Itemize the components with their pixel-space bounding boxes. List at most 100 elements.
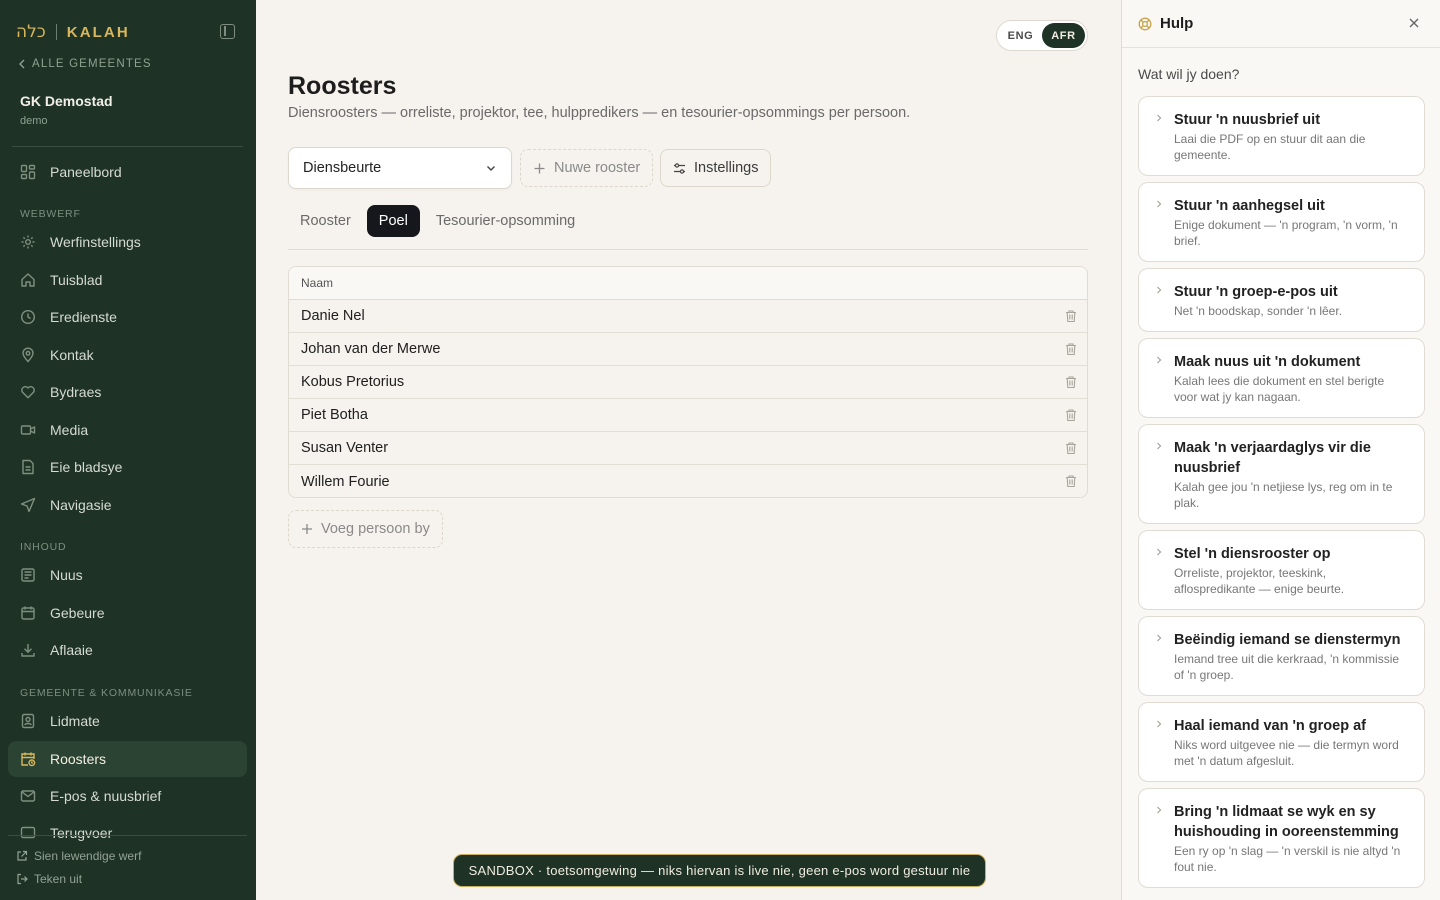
help-card-title: Beëindig iemand se dienstermyn (1174, 632, 1401, 648)
person-name: Willem Fourie (301, 473, 390, 490)
tab-pool[interactable]: Poel (366, 205, 420, 237)
chevron-right-icon (1157, 548, 1162, 556)
help-card-title: Haal iemand van 'n groep af (1174, 718, 1366, 734)
chevron-right-icon (1157, 356, 1162, 364)
dashboard-icon (20, 164, 36, 180)
help-question: Wat wil jy doen? (1138, 66, 1240, 82)
chevron-right-icon (1157, 634, 1162, 642)
settings-button[interactable]: Instellings (660, 149, 772, 187)
trash-icon[interactable] (1064, 342, 1078, 356)
table-row: Piet Botha (289, 399, 1087, 432)
plus-icon (302, 524, 312, 534)
sidebar-item-media[interactable]: Media (8, 412, 247, 448)
help-card-news-from-document[interactable]: Maak nuus uit 'n dokument Kalah lees die… (1138, 338, 1425, 418)
close-icon[interactable] (1408, 17, 1420, 29)
sidebar-item-contact[interactable]: Kontak (8, 337, 247, 373)
chevron-right-icon (1157, 442, 1162, 450)
sidebar-item-site-settings[interactable]: Werfinstellings (8, 224, 247, 260)
table-row: Susan Venter (289, 432, 1087, 465)
back-to-all-congregations[interactable]: ALLE GEMEENTES (18, 58, 152, 70)
sidebar-item-label: Roosters (50, 751, 107, 767)
view-live-site-label: Sien lewendige werf (34, 849, 142, 863)
collapse-sidebar-icon[interactable] (220, 24, 235, 39)
lang-eng-button[interactable]: ENG (999, 23, 1042, 48)
help-card-desc: Laai die PDF op en stuur dit aan die gem… (1174, 132, 1366, 162)
sidebar-item-rosters[interactable]: Roosters (8, 741, 247, 777)
help-card-desc: Iemand tree uit die kerkraad, 'n kommiss… (1174, 652, 1400, 682)
lang-afr-button[interactable]: AFR (1042, 23, 1085, 48)
trash-icon[interactable] (1064, 309, 1078, 323)
tab-treasurer-summary[interactable]: Tesourier-opsomming (424, 205, 587, 237)
help-card-service-roster[interactable]: Stel 'n diensrooster op Orreliste, proje… (1138, 530, 1425, 610)
help-card-title: Maak 'n verjaardaglys vir die nuusbrief (1174, 440, 1371, 476)
help-card-title: Stel 'n diensrooster op (1174, 546, 1331, 562)
sidebar-item-homepage[interactable]: Tuisblad (8, 262, 247, 298)
help-card-desc: Kalah lees die dokument en stel berigte … (1174, 374, 1385, 404)
table-header: Naam (289, 267, 1087, 300)
view-live-site-link[interactable]: Sien lewendige werf (16, 848, 246, 864)
person-name: Susan Venter (301, 440, 389, 456)
section-label-congregation: GEMEENTE & KOMMUNIKASIE (20, 687, 193, 699)
add-person-button[interactable]: Voeg persoon by (288, 510, 443, 548)
trash-icon[interactable] (1064, 441, 1078, 455)
help-card-remove-from-group[interactable]: Haal iemand van 'n groep af Niks word ui… (1138, 702, 1425, 782)
sidebar-item-contributions[interactable]: Bydraes (8, 374, 247, 410)
sidebar-item-news[interactable]: Nuus (8, 557, 247, 593)
sidebar-item-feedback[interactable]: Terugvoer (8, 815, 247, 851)
sandbox-banner: SANDBOX · toetsomgewing — niks hiervan i… (453, 854, 986, 887)
sidebar-item-navigation[interactable]: Navigasie (8, 487, 247, 523)
help-card-reconcile-ward[interactable]: Bring 'n lidmaat se wyk en sy huishoudin… (1138, 788, 1425, 888)
sidebar-item-label: Eredienste (50, 309, 117, 325)
newspaper-icon (20, 567, 36, 583)
trash-icon[interactable] (1064, 474, 1078, 488)
help-card-birthday-list[interactable]: Maak 'n verjaardaglys vir die nuusbrief … (1138, 424, 1425, 524)
chevron-right-icon (1157, 200, 1162, 208)
add-person-label: Voeg persoon by (321, 521, 430, 537)
sidebar-item-label: Gebeure (50, 605, 105, 621)
help-card-attachment[interactable]: Stuur 'n aanhegsel uit Enige dokument — … (1138, 182, 1425, 262)
sidebar-item-label: Werfinstellings (50, 234, 141, 250)
person-name: Kobus Pretorius (301, 374, 405, 390)
brand-logo[interactable]: כלה KALAH (16, 22, 130, 42)
help-card-end-term[interactable]: Beëindig iemand se dienstermyn Iemand tr… (1138, 616, 1425, 696)
roster-tabs: Rooster Poel Tesourier-opsomming (288, 205, 587, 237)
sidebar-footer-divider (8, 835, 247, 836)
sidebar-item-label: Terugvoer (50, 825, 113, 841)
sidebar: כלה KALAH ALLE GEMEENTES GK Demostad dem… (0, 0, 256, 900)
chevron-right-icon (1157, 286, 1162, 294)
help-card-desc: Orreliste, projektor, teeskink, aflospre… (1174, 566, 1345, 596)
trash-icon[interactable] (1064, 375, 1078, 389)
help-card-desc: Een ry op 'n slag — 'n verskil is nie al… (1174, 844, 1401, 874)
sidebar-divider (12, 146, 243, 147)
sidebar-item-members[interactable]: Lidmate (8, 703, 247, 739)
sidebar-item-email-newsletter[interactable]: E-pos & nuusbrief (8, 778, 247, 814)
person-name: Piet Botha (301, 407, 368, 423)
sidebar-item-label: E-pos & nuusbrief (50, 788, 162, 804)
table-row: Willem Fourie (289, 465, 1087, 497)
page-title: Roosters (288, 72, 397, 100)
chevron-left-icon (19, 59, 25, 69)
mail-icon (20, 788, 36, 804)
help-card-group-email[interactable]: Stuur 'n groep-e-pos uit Net 'n boodskap… (1138, 268, 1425, 332)
new-roster-button[interactable]: Nuwe rooster (520, 149, 654, 187)
trash-icon[interactable] (1064, 408, 1078, 422)
language-toggle[interactable]: ENG AFR (996, 20, 1088, 51)
sidebar-item-downloads[interactable]: Aflaaie (8, 632, 247, 668)
sidebar-item-label: Media (50, 422, 89, 438)
sidebar-item-label: Eie bladsye (50, 459, 123, 475)
logout-link[interactable]: Teken uit (16, 872, 82, 886)
sidebar-item-label: Paneelbord (50, 164, 122, 180)
tab-roster[interactable]: Rooster (288, 205, 363, 237)
help-card-newsletter[interactable]: Stuur 'n nuusbrief uit Laai die PDF op e… (1138, 96, 1425, 176)
download-icon (20, 642, 36, 658)
clock-icon (20, 309, 36, 325)
new-roster-label: Nuwe rooster (554, 160, 641, 176)
sidebar-item-dashboard[interactable]: Paneelbord (8, 154, 247, 190)
sidebar-item-events[interactable]: Gebeure (8, 595, 247, 631)
roster-select[interactable]: Diensbeurte (288, 147, 512, 189)
member-card-icon (20, 713, 36, 729)
column-header-name: Naam (301, 276, 334, 290)
sidebar-item-custom-pages[interactable]: Eie bladsye (8, 449, 247, 485)
sidebar-item-label: Tuisblad (50, 272, 103, 288)
sidebar-item-services[interactable]: Eredienste (8, 299, 247, 335)
